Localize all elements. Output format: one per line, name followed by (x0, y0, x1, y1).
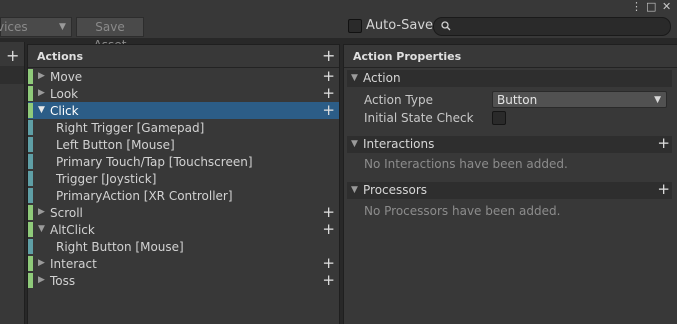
triangle-down-icon: ▼ (351, 185, 358, 195)
triangle-down-icon[interactable]: ▼ (38, 224, 45, 234)
action-row[interactable]: ▼ AltClick + (28, 220, 339, 238)
triangle-right-icon[interactable]: ▶ (38, 71, 45, 81)
triangle-right-icon[interactable]: ▶ (38, 207, 45, 217)
triangle-right-icon[interactable]: ▶ (38, 88, 45, 98)
search-icon (441, 21, 451, 31)
triangle-down-icon: ▼ (351, 139, 358, 149)
add-processor-button[interactable]: + (657, 180, 670, 198)
add-binding-button[interactable]: + (322, 271, 335, 289)
add-binding-button[interactable]: + (322, 67, 335, 85)
search-input[interactable] (433, 17, 671, 36)
binding-label: Primary Touch/Tap [Touchscreen] (56, 155, 253, 169)
action-row[interactable]: ▶ Scroll + (28, 203, 339, 221)
binding-color-bar (28, 171, 33, 186)
properties-header: Action Properties (344, 45, 677, 68)
binding-row[interactable]: Primary Touch/Tap [Touchscreen] (28, 153, 339, 170)
initial-state-check-label: Initial State Check (364, 111, 474, 125)
binding-row[interactable]: Left Button [Mouse] (28, 136, 339, 153)
action-color-bar (28, 205, 33, 220)
add-binding-button[interactable]: + (322, 203, 335, 221)
action-row[interactable]: ▶ Move + (28, 67, 339, 85)
action-color-bar (28, 273, 33, 288)
interactions-section-header[interactable]: ▼ Interactions + (347, 134, 672, 153)
actions-title: Actions (37, 50, 83, 63)
action-type-value: Button (497, 93, 538, 107)
menu-dots-icon[interactable]: ⋮ (631, 0, 642, 13)
processors-empty-message: No Processors have been added. (364, 204, 561, 218)
binding-color-bar (28, 120, 33, 135)
interactions-title: Interactions (363, 137, 435, 151)
add-action-map-button[interactable]: + (6, 46, 19, 65)
action-section-header[interactable]: ▼ Action (347, 70, 672, 87)
add-binding-button[interactable]: + (322, 101, 335, 119)
binding-label: Trigger [Joystick] (56, 172, 157, 186)
devices-dropdown[interactable]: vices ▼ (0, 17, 72, 37)
action-row[interactable]: ▶ Look + (28, 84, 339, 102)
action-label: Interact (50, 257, 97, 271)
binding-label: Right Button [Mouse] (56, 240, 184, 254)
action-label: Look (50, 87, 79, 101)
binding-row[interactable]: Right Trigger [Gamepad] (28, 119, 339, 136)
action-row[interactable]: ▶ Toss + (28, 271, 339, 289)
auto-save-label: Auto-Save (366, 18, 434, 33)
action-label: Scroll (50, 206, 83, 220)
action-type-dropdown[interactable]: Button ▼ (492, 91, 667, 108)
actions-header: Actions + (28, 45, 339, 68)
action-type-label: Action Type (364, 93, 433, 107)
binding-row[interactable]: Right Button [Mouse] (28, 238, 339, 255)
actions-panel: Actions + ▶ Move + ▶ Look + ▼ Click + Right Trigg… (27, 44, 340, 324)
save-asset-button[interactable]: Save Asset (76, 17, 144, 52)
properties-title: Action Properties (353, 50, 462, 63)
triangle-down-icon[interactable]: ▼ (38, 105, 45, 115)
binding-row[interactable]: PrimaryAction [XR Controller] (28, 187, 339, 204)
maximize-icon[interactable]: □ (646, 0, 656, 13)
action-map-item[interactable] (0, 66, 24, 84)
action-label: AltClick (50, 223, 95, 237)
action-color-bar (28, 103, 33, 118)
action-maps-panel: + (0, 42, 25, 324)
processors-title: Processors (363, 183, 428, 197)
binding-color-bar (28, 154, 33, 169)
interactions-empty-message: No Interactions have been added. (364, 157, 568, 171)
chevron-down-icon: ▼ (59, 22, 66, 32)
action-label: Toss (50, 274, 76, 288)
action-properties-panel: Action Properties ▼ Action Action Type B… (343, 44, 677, 324)
add-action-button[interactable]: + (322, 46, 335, 65)
triangle-right-icon[interactable]: ▶ (38, 258, 45, 268)
binding-label: Right Trigger [Gamepad] (56, 121, 205, 135)
add-binding-button[interactable]: + (322, 254, 335, 272)
devices-label: vices (0, 20, 28, 34)
auto-save-checkbox[interactable] (348, 19, 362, 33)
processors-section-header[interactable]: ▼ Processors + (347, 180, 672, 199)
binding-color-bar (28, 137, 33, 152)
action-color-bar (28, 69, 33, 84)
chevron-down-icon: ▼ (654, 95, 661, 105)
binding-label: Left Button [Mouse] (56, 138, 175, 152)
action-color-bar (28, 222, 33, 237)
binding-color-bar (28, 188, 33, 203)
action-color-bar (28, 256, 33, 271)
close-icon[interactable]: ✕ (662, 0, 671, 13)
action-section-title: Action (363, 71, 401, 85)
triangle-right-icon[interactable]: ▶ (38, 275, 45, 285)
add-binding-button[interactable]: + (322, 84, 335, 102)
action-row[interactable]: ▼ Click + (28, 101, 339, 119)
add-interaction-button[interactable]: + (657, 134, 670, 152)
toolbar: vices ▼ Save Asset Auto-Save ⋮ □ ✕ (0, 0, 677, 52)
binding-row[interactable]: Trigger [Joystick] (28, 170, 339, 187)
binding-color-bar (28, 239, 33, 254)
action-label: Move (50, 70, 83, 84)
binding-label: PrimaryAction [XR Controller] (56, 189, 233, 203)
initial-state-check-checkbox[interactable] (492, 111, 506, 125)
action-label: Click (50, 104, 79, 118)
action-row[interactable]: ▶ Interact + (28, 254, 339, 272)
action-color-bar (28, 86, 33, 101)
triangle-down-icon: ▼ (351, 73, 358, 83)
add-binding-button[interactable]: + (322, 220, 335, 238)
